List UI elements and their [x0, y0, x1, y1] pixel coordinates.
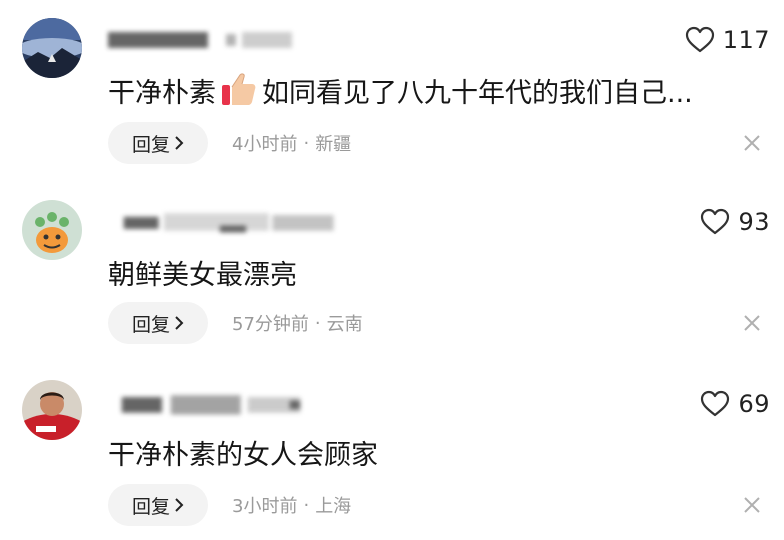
reply-button[interactable]: 回复	[108, 484, 208, 526]
close-button[interactable]	[740, 302, 764, 344]
like-count: 93	[738, 208, 770, 236]
thumbs-up-emoji	[222, 73, 256, 105]
comment-location: 新疆	[315, 134, 352, 155]
like-count: 117	[722, 26, 770, 54]
comment-item: 117 干净朴素 如同看见了八九十年代的我们自己... 回复 4小时前 · 新疆	[0, 0, 784, 180]
reply-button[interactable]: 回复	[108, 122, 208, 164]
avatar[interactable]	[22, 200, 82, 260]
comment-text-continued: 如同看见了八九十年代的我们自己...	[262, 77, 693, 109]
username-blurred[interactable]	[108, 208, 358, 236]
comment-location: 云南	[326, 314, 363, 335]
like-button[interactable]: 69	[700, 384, 770, 424]
close-button[interactable]	[740, 484, 764, 526]
comment-time: 4小时前	[232, 134, 298, 155]
comment-meta: 4小时前 · 新疆	[232, 122, 351, 164]
heart-outline-icon	[685, 26, 714, 53]
comment-item: 93 朝鲜美女最漂亮 回复 57分钟前 · 云南	[0, 180, 784, 360]
like-button[interactable]: 117	[685, 20, 770, 60]
chevron-right-icon	[175, 136, 184, 150]
close-icon	[744, 315, 760, 331]
like-count: 69	[738, 390, 770, 418]
chevron-right-icon	[175, 498, 184, 512]
comment-text: 朝鲜美女最漂亮	[108, 252, 297, 292]
close-button[interactable]	[740, 122, 764, 164]
comment-item: 69 干净朴素的女人会顾家 回复 3小时前 · 上海	[0, 360, 784, 540]
meta-separator: ·	[314, 312, 321, 334]
meta-separator: ·	[303, 132, 310, 154]
comment-location: 上海	[315, 496, 352, 517]
username-blurred[interactable]	[108, 390, 328, 418]
close-icon	[744, 497, 760, 513]
comment-text-main: 朝鲜美女最漂亮	[108, 259, 297, 291]
comment-text-main: 干净朴素	[108, 77, 216, 109]
heart-outline-icon	[701, 390, 730, 417]
like-button[interactable]: 93	[700, 202, 770, 242]
meta-separator: ·	[303, 494, 310, 516]
comment-time: 57分钟前	[232, 314, 309, 335]
comment-text-main: 干净朴素的女人会顾家	[108, 439, 378, 471]
heart-outline-icon	[701, 208, 730, 235]
reply-label: 回复	[131, 133, 170, 156]
username-blurred[interactable]	[108, 26, 318, 54]
close-icon	[744, 135, 760, 151]
reply-button[interactable]: 回复	[108, 302, 208, 344]
comment-text: 干净朴素的女人会顾家	[108, 432, 378, 472]
comment-time: 3小时前	[232, 496, 298, 517]
chevron-right-icon	[175, 316, 184, 330]
comment-text: 干净朴素 如同看见了八九十年代的我们自己...	[108, 70, 693, 110]
avatar[interactable]	[22, 18, 82, 78]
comment-meta: 57分钟前 · 云南	[232, 302, 363, 344]
reply-label: 回复	[131, 495, 170, 518]
comment-meta: 3小时前 · 上海	[232, 484, 351, 526]
reply-label: 回复	[131, 313, 170, 336]
avatar[interactable]	[22, 380, 82, 440]
